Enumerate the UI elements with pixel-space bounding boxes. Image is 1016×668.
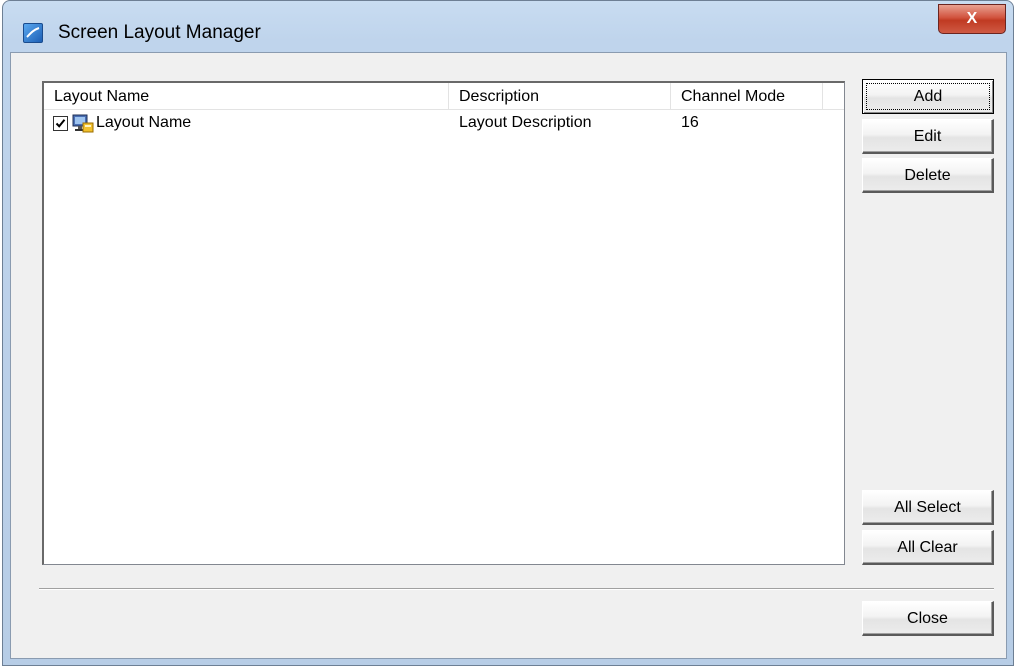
- edit-button[interactable]: Edit: [862, 119, 994, 154]
- layout-list[interactable]: Layout Name Description Channel Mode Lay…: [42, 81, 845, 565]
- close-button[interactable]: Close: [862, 601, 994, 636]
- list-header: Layout Name Description Channel Mode: [44, 83, 844, 110]
- all-select-button[interactable]: All Select: [862, 490, 994, 525]
- delete-button[interactable]: Delete: [862, 158, 994, 193]
- window-title: Screen Layout Manager: [58, 22, 261, 43]
- row-description: Layout Description: [459, 114, 592, 131]
- column-header-layout-name[interactable]: Layout Name: [44, 83, 449, 109]
- row-checkbox[interactable]: [53, 116, 68, 131]
- all-clear-button[interactable]: All Clear: [862, 530, 994, 565]
- screen-layout-icon: [72, 113, 94, 133]
- add-button[interactable]: Add: [862, 79, 994, 114]
- column-header-channel-mode[interactable]: Channel Mode: [671, 83, 823, 109]
- column-header-description[interactable]: Description: [449, 83, 671, 109]
- list-item[interactable]: Layout Name Layout Description 16: [44, 110, 844, 136]
- divider: [39, 588, 994, 590]
- dialog-client-area: Layout Name Description Channel Mode Lay…: [10, 52, 1007, 659]
- window-close-button[interactable]: X: [938, 4, 1006, 34]
- add-button-label: Add: [866, 83, 990, 110]
- row-channel-mode: 16: [681, 114, 699, 131]
- app-icon: [23, 23, 43, 43]
- title-bar[interactable]: Screen Layout Manager: [3, 1, 1013, 53]
- dialog-window: Screen Layout Manager X Layout Name Desc…: [2, 0, 1014, 666]
- row-layout-name: Layout Name: [96, 114, 192, 131]
